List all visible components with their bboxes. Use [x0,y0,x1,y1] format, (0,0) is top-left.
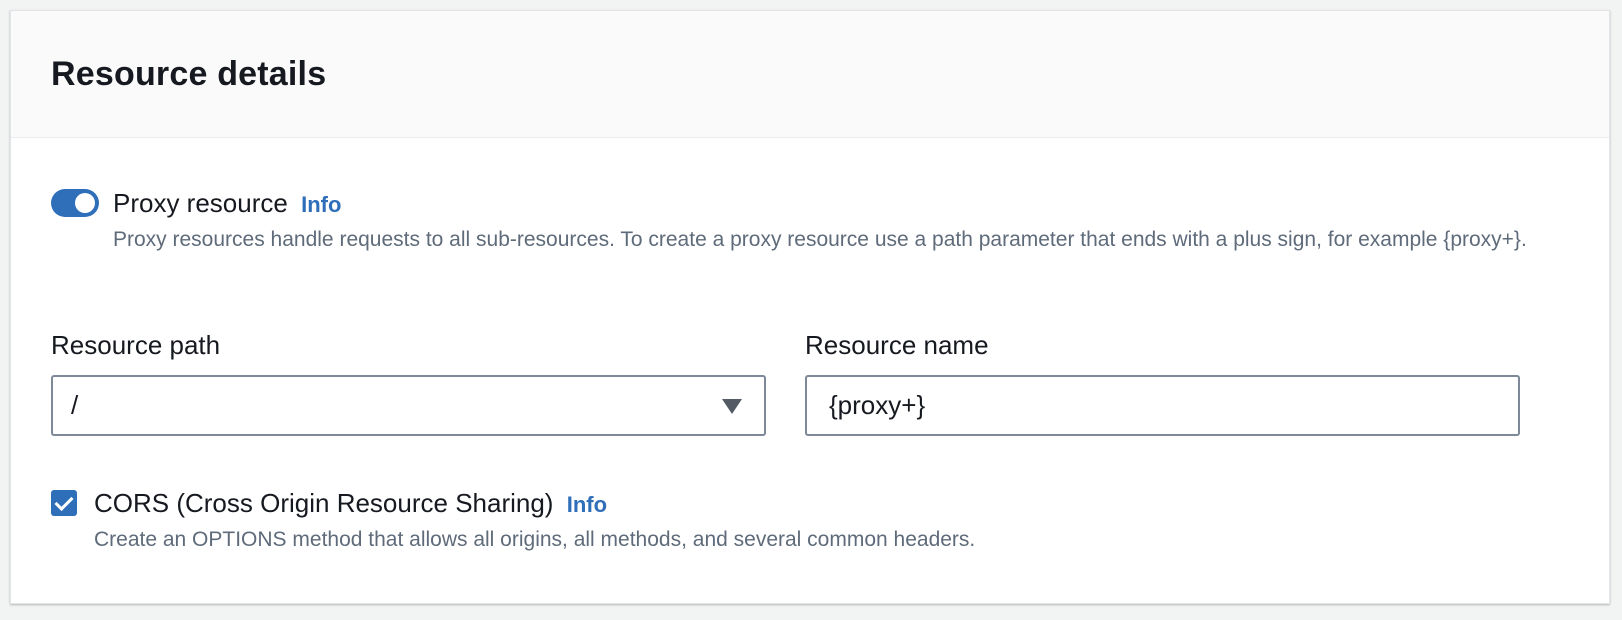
proxy-resource-description: Proxy resources handle requests to all s… [113,228,1527,251]
cors-checkbox[interactable] [51,490,77,516]
proxy-resource-toggle[interactable] [51,189,99,217]
proxy-resource-text: Proxy resource Info Proxy resources hand… [113,186,1533,256]
proxy-resource-option: Proxy resource Info Proxy resources hand… [51,186,1533,256]
resource-path-selected-value: / [71,390,79,420]
panel-header: Resource details [11,11,1609,138]
proxy-resource-label-line: Proxy resource Info [113,186,1533,222]
proxy-resource-label: Proxy resource [113,188,288,218]
resource-path-field: Resource path / [51,328,766,436]
resource-path-label: Resource path [51,330,221,360]
proxy-resource-info-link[interactable]: Info [301,192,341,217]
checkmark-icon [54,491,74,512]
resource-name-field: Resource name {proxy+} [805,328,1520,436]
cors-info-link[interactable]: Info [567,492,607,517]
resource-details-panel: Resource details Proxy resource Info Pro… [10,10,1610,604]
panel-title: Resource details [51,54,327,93]
resource-path-select[interactable]: / [51,375,766,436]
cors-option: CORS (Cross Origin Resource Sharing) Inf… [51,486,1514,556]
cors-text: CORS (Cross Origin Resource Sharing) Inf… [94,486,1514,556]
cors-description: Create an OPTIONS method that allows all… [94,528,976,551]
toggle-knob [75,193,95,213]
resource-name-label: Resource name [805,330,989,360]
resource-name-value: {proxy+} [829,390,926,420]
caret-down-icon [722,399,742,414]
cors-label-line: CORS (Cross Origin Resource Sharing) Inf… [94,486,1514,522]
cors-label: CORS (Cross Origin Resource Sharing) [94,488,554,518]
resource-name-input[interactable]: {proxy+} [805,375,1520,436]
